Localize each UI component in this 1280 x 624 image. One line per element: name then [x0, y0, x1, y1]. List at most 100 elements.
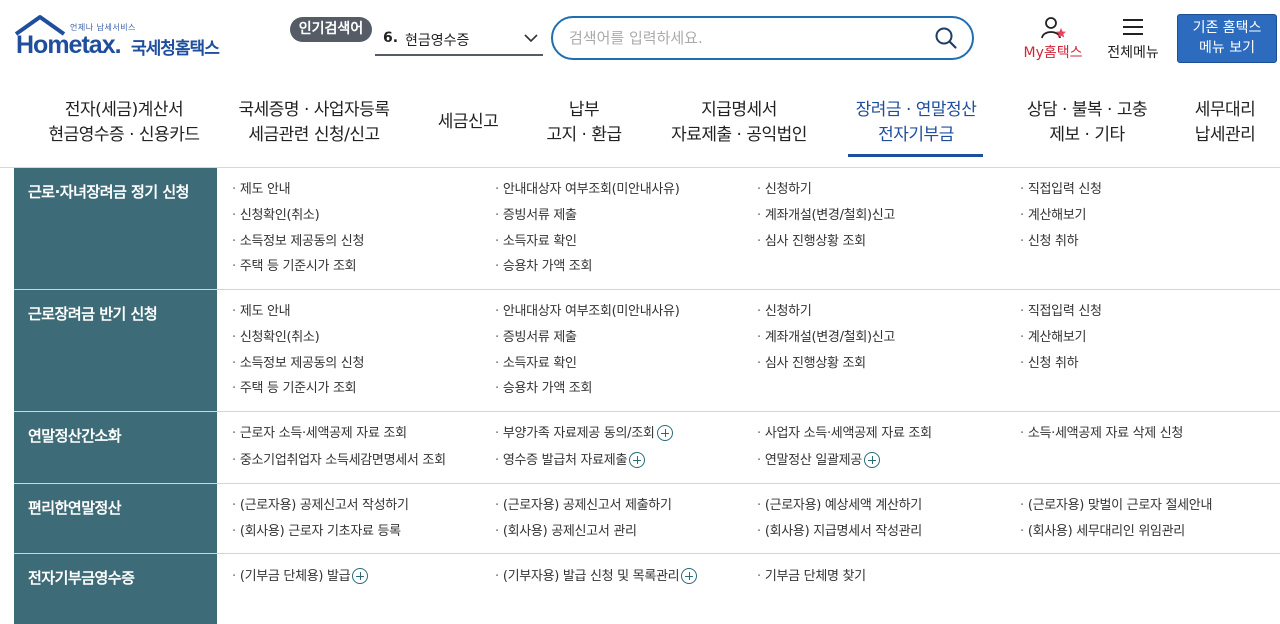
menu-link[interactable]: · 기부금 단체명 찾기 [757, 568, 866, 586]
menu-link[interactable]: · 승용차 가액 조회 [495, 380, 592, 398]
menu-link[interactable]: · 주택 등 기준시가 조회 [232, 258, 357, 276]
user-star-icon [1041, 17, 1066, 39]
menu-link[interactable]: · 계좌개설(변경/철회)신고 [757, 329, 895, 347]
menu-link[interactable]: · 증빙서류 제출 [495, 207, 577, 225]
gnb-label-line1: 전자(세금)계산서 [64, 100, 184, 120]
menu-link[interactable]: · 신청 취하 [1020, 355, 1079, 373]
menu-link[interactable]: · 소득정보 제공동의 신청 [232, 355, 364, 373]
gnb-label-line1: 세무대리 [1194, 100, 1256, 120]
gnb-tax-agent[interactable]: 세무대리 납세관리 [1180, 98, 1270, 148]
hamburger-menu-icon [1123, 19, 1143, 35]
menu-row-header: 편리한연말정산 [14, 484, 217, 553]
menu-link[interactable]: · 소득자료 확인 [495, 355, 577, 373]
menu-row-title[interactable]: 전자기부금영수증 [28, 567, 135, 588]
search-box [551, 16, 974, 60]
expand-plus-icon[interactable] [656, 425, 673, 441]
menu-link[interactable]: · 신청하기 [757, 303, 812, 321]
menu-link[interactable]: · (회사용) 공제신고서 관리 [495, 523, 637, 541]
gnb-incentives-year-end[interactable]: 장려금 · 연말정산 전자기부금 [838, 98, 994, 148]
menu-link[interactable]: · 신청확인(취소) [232, 207, 320, 225]
menu-link[interactable]: · 계산해보기 [1020, 329, 1086, 347]
menu-link[interactable]: · 신청 취하 [1020, 233, 1079, 251]
menu-row-header: 근로장려금 반기 신청 [14, 290, 217, 411]
menu-link[interactable]: · 연말정산 일괄제공 [757, 452, 880, 470]
menu-link[interactable]: · 근로자 소득·세액공제 자료 조회 [232, 425, 407, 443]
gnb-label-line2: 자료제출 · 공익법인 [671, 125, 807, 145]
menu-row-convenient-year-end: 편리한연말정산 · (근로자용) 공제신고서 작성하기 · (회사용) 근로자 기초… [14, 484, 1280, 554]
menu-row-title[interactable]: 연말정산간소화 [28, 425, 122, 446]
menu-row-header: 연말정산간소화 [14, 412, 217, 483]
gnb-tax-invoice[interactable]: 전자(세금)계산서 현금영수증 · 신용카드 [36, 98, 212, 148]
menu-link[interactable]: · 영수증 발급처 자료제출 [495, 452, 646, 470]
all-menu-label: 전체메뉴 [1107, 45, 1159, 61]
menu-link[interactable]: · (근로자용) 공제신고서 작성하기 [232, 497, 409, 515]
menu-link[interactable]: · 중소기업취업자 소득세감면명세서 조회 [232, 452, 446, 470]
menu-link[interactable]: · 소득정보 제공동의 신청 [232, 233, 364, 251]
gnb-tax-filing[interactable]: 세금신고 [420, 110, 516, 135]
menu-link[interactable]: · (근로자용) 예상세액 계산하기 [757, 497, 922, 515]
menu-link[interactable]: · 주택 등 기준시가 조회 [232, 380, 357, 398]
expand-plus-icon[interactable] [352, 568, 369, 584]
menu-link[interactable]: · 제도 안내 [232, 303, 291, 321]
menu-link[interactable]: · 직접입력 신청 [1020, 303, 1102, 321]
global-navigation: 전자(세금)계산서 현금영수증 · 신용카드 국세증명 · 사업자등록 세금관련… [0, 80, 1280, 168]
old-menu-line1: 기존 홈택스 [1192, 20, 1262, 36]
menu-link[interactable]: · 소득·세액공제 자료 삭제 신청 [1020, 425, 1183, 443]
menu-row-year-end-simplified: 연말정산간소화 · 근로자 소득·세액공제 자료 조회 · 중소기업취업자 소득세감… [14, 412, 1280, 484]
chevron-down-icon [524, 34, 538, 43]
my-hometax-label: My홈택스 [1023, 45, 1083, 61]
menu-link[interactable]: · 심사 진행상황 조회 [757, 233, 866, 251]
all-menu-button[interactable]: 전체메뉴 [1100, 16, 1166, 64]
menu-row-title[interactable]: 근로장려금 반기 신청 [28, 303, 158, 324]
expand-plus-icon[interactable] [863, 452, 880, 468]
menu-row-half-year-incentive: 근로장려금 반기 신청 · 제도 안내 · 신청확인(취소) · 소득정보 제공동의 … [14, 290, 1280, 412]
menu-link[interactable]: · 사업자 소득·세액공제 자료 조회 [757, 425, 932, 443]
popular-term: 현금영수증 [405, 33, 470, 49]
gnb-consultation[interactable]: 상담 · 불복 · 고충 제보 · 기타 [1012, 98, 1162, 148]
search-input[interactable] [569, 27, 929, 49]
menu-link[interactable]: · 부양가족 자료제공 동의/조회 [495, 425, 673, 443]
gnb-label-line2: 제보 · 기타 [1049, 125, 1125, 145]
hometax-logo[interactable]: 언제나 납세서비스 Hometax. 국세청홈택스 [14, 14, 229, 66]
expand-plus-icon[interactable] [629, 452, 646, 468]
gnb-label-line2: 전자기부금 [878, 125, 954, 145]
gnb-label-line2: 세금관련 신청/신고 [248, 125, 380, 145]
gnb-certificates[interactable]: 국세증명 · 사업자등록 세금관련 신청/신고 [226, 98, 402, 148]
menu-link[interactable]: · 심사 진행상황 조회 [757, 355, 866, 373]
menu-row-regular-incentive: 근로·자녀장려금 정기 신청 · 제도 안내 · 신청확인(취소) · 소득정보 제공… [14, 168, 1280, 290]
search-icon[interactable] [934, 26, 958, 50]
menu-link[interactable]: · 증빙서류 제출 [495, 329, 577, 347]
menu-link[interactable]: · (회사용) 세무대리인 위임관리 [1020, 523, 1185, 541]
menu-link[interactable]: · 직접입력 신청 [1020, 181, 1102, 199]
expand-plus-icon[interactable] [681, 568, 698, 584]
menu-row-title[interactable]: 근로·자녀장려금 정기 신청 [28, 181, 189, 202]
menu-link[interactable]: · (회사용) 지급명세서 작성관리 [757, 523, 922, 541]
popular-search-dropdown[interactable]: 6. 현금영수증 [375, 22, 543, 56]
gnb-label-line1: 지급명세서 [701, 100, 777, 120]
gnb-label-line1: 세금신고 [437, 112, 499, 132]
menu-link[interactable]: · (기부금 단체용) 발급 [232, 568, 369, 586]
menu-link[interactable]: · (기부자용) 발급 신청 및 목록관리 [495, 568, 698, 586]
gnb-payment-statement[interactable]: 지급명세서 자료제출 · 공익법인 [656, 98, 822, 148]
old-hometax-menu-button[interactable]: 기존 홈택스 메뉴 보기 [1177, 14, 1277, 63]
gnb-payment[interactable]: 납부 고지 · 환급 [530, 98, 638, 148]
menu-link[interactable]: · 제도 안내 [232, 181, 291, 199]
logo-korean-name: 국세청홈택스 [131, 39, 220, 59]
menu-link[interactable]: · 계산해보기 [1020, 207, 1086, 225]
logo-wordmark: Hometax. [16, 31, 122, 59]
menu-link[interactable]: · 안내대상자 여부조회(미안내사유) [495, 181, 680, 199]
menu-row-header: 근로·자녀장려금 정기 신청 [14, 168, 217, 289]
menu-link[interactable]: · (근로자용) 공제신고서 제출하기 [495, 497, 672, 515]
gnb-label-line2: 고지 · 환급 [546, 125, 622, 145]
header: 언제나 납세서비스 Hometax. 국세청홈택스 인기검색어 6. 현금영수증… [0, 0, 1280, 80]
menu-link[interactable]: · 승용차 가액 조회 [495, 258, 592, 276]
menu-link[interactable]: · (회사용) 근로자 기초자료 등록 [232, 523, 401, 541]
menu-link[interactable]: · 신청확인(취소) [232, 329, 320, 347]
my-hometax-button[interactable]: My홈택스 [1017, 16, 1089, 64]
menu-link[interactable]: · (근로자용) 맞벌이 근로자 절세안내 [1020, 497, 1212, 515]
menu-row-title[interactable]: 편리한연말정산 [28, 497, 122, 518]
menu-link[interactable]: · 소득자료 확인 [495, 233, 577, 251]
menu-link[interactable]: · 신청하기 [757, 181, 812, 199]
menu-link[interactable]: · 계좌개설(변경/철회)신고 [757, 207, 895, 225]
menu-link[interactable]: · 안내대상자 여부조회(미안내사유) [495, 303, 680, 321]
